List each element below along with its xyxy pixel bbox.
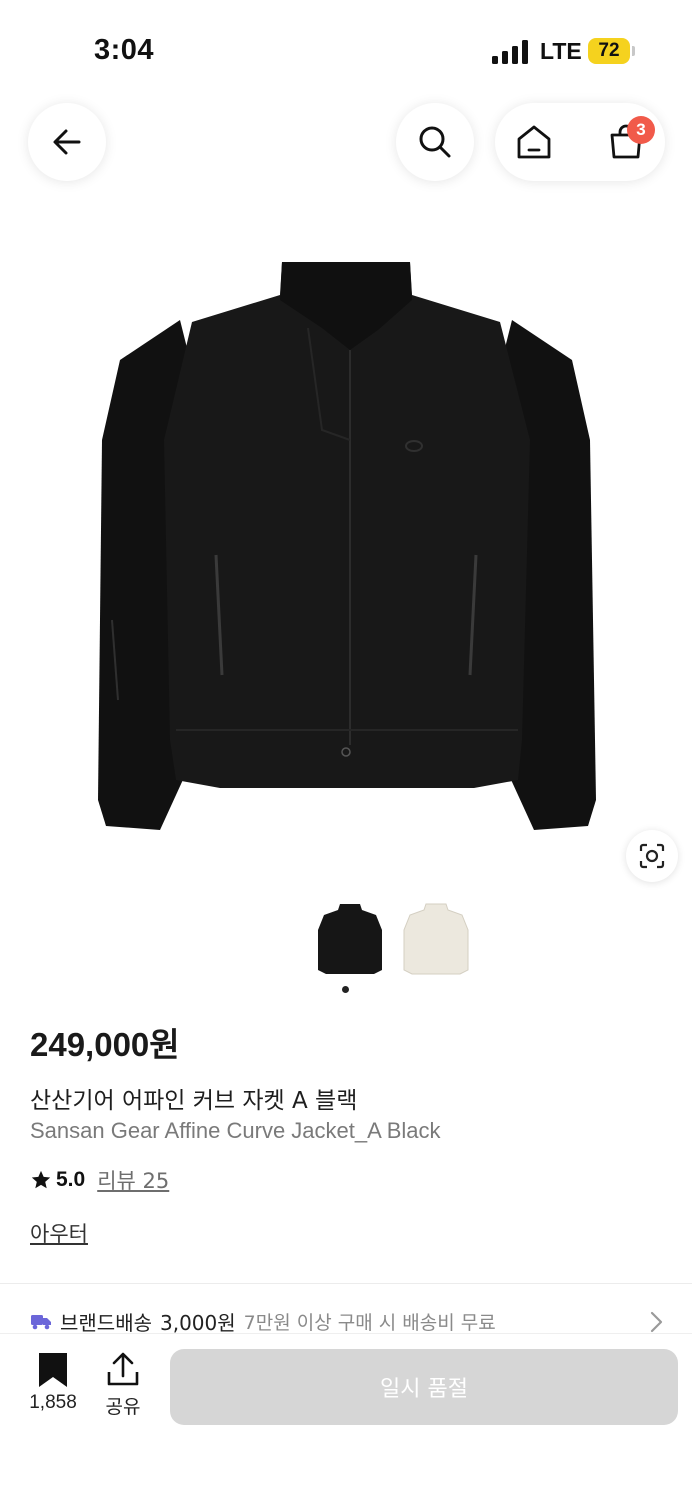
product-name-korean: 산산기어 어파인 커브 자켓 A 블랙 [30,1088,358,1114]
rating: 5.0 리뷰 25 [30,1165,169,1195]
sold-out-button[interactable]: 일시 품절 [170,1349,678,1425]
arrow-left-icon [53,129,81,155]
thumbnail-black[interactable] [312,900,388,980]
category-link[interactable]: 아우터 [30,1218,88,1248]
share-label: 공유 [105,1396,141,1418]
shipping-fee: 3,000원 [160,1310,236,1335]
scan-icon [639,843,665,869]
share-button[interactable]: 공유 [98,1352,148,1422]
search-button[interactable] [396,103,474,181]
product-price: 249,000원 [30,1026,180,1063]
divider [0,1283,692,1284]
status-time: 3:04 [94,34,155,66]
shipping-note: 7만원 이상 구매 시 배송비 무료 [243,1311,496,1334]
carousel-indicator [342,986,349,993]
truck-icon [31,1315,51,1330]
cart-button[interactable] [587,103,665,181]
star-icon [31,1170,51,1189]
bookmark-count: 1,858 [29,1392,77,1413]
status-bar: 3:04 LTE 72 [0,0,692,100]
shipping-brand-label: 브랜드배송 [60,1310,152,1335]
review-link[interactable]: 리뷰 25 [97,1165,169,1195]
bookmark-button[interactable]: 1,858 [20,1352,86,1422]
network-label: LTE [540,38,582,64]
chevron-right-icon[interactable] [648,1310,664,1334]
share-icon [107,1352,139,1386]
back-button[interactable] [28,103,106,181]
bookmark-icon [39,1353,67,1387]
battery-icon: 72 [588,38,630,64]
battery-tip [632,46,635,56]
home-icon [517,125,551,159]
home-button[interactable] [495,103,573,181]
search-icon [419,126,451,158]
product-image[interactable] [60,240,632,860]
image-search-button[interactable] [626,830,678,882]
product-name-english: Sansan Gear Affine Curve Jacket_A Black [30,1118,441,1143]
thumbnail-ivory[interactable] [398,900,474,980]
signal-icon [492,40,528,64]
rating-value: 5.0 [56,1168,86,1191]
cart-count-badge: 3 [627,116,655,144]
